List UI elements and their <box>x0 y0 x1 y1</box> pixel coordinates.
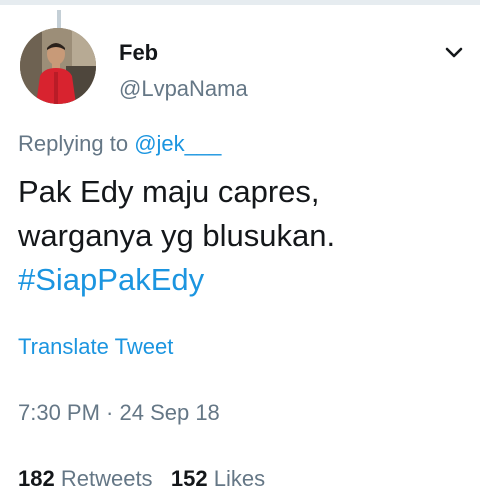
thread-connector-line <box>57 10 61 28</box>
likes-label: Likes <box>213 466 266 491</box>
tweet-timestamp[interactable]: 7:30 PM · 24 Sep 18 <box>18 400 220 426</box>
engagement-stats: 182 Retweets 152 Likes <box>18 466 265 492</box>
likes-count: 152 <box>170 466 208 491</box>
tweet-text: Pak Edy maju capres, warganya yg blusuka… <box>18 170 468 302</box>
avatar[interactable] <box>20 28 96 104</box>
more-options-button[interactable] <box>441 40 467 66</box>
display-name[interactable]: Feb <box>119 40 158 66</box>
retweets-stat[interactable]: 182 Retweets <box>18 466 153 491</box>
likes-stat[interactable]: 152 Likes <box>171 466 265 491</box>
tweet-text-line: Pak Edy maju capres, <box>18 174 320 209</box>
chevron-down-icon <box>445 47 463 58</box>
hashtag-link[interactable]: #SiapPakEdy <box>18 258 468 302</box>
profile-photo-icon <box>20 28 96 104</box>
replying-to-prefix: Replying to <box>18 131 129 156</box>
replying-to-link[interactable]: @jek___ <box>134 131 221 156</box>
user-handle[interactable]: @LvpaNama <box>119 76 248 102</box>
tweet-text-line: warganya yg blusukan. <box>18 218 336 253</box>
retweets-count: 182 <box>18 466 55 491</box>
replying-to-line: Replying to @jek___ <box>18 131 221 157</box>
top-divider <box>0 0 480 5</box>
translate-tweet-link[interactable]: Translate Tweet <box>18 334 173 360</box>
retweets-label: Retweets <box>60 466 153 491</box>
